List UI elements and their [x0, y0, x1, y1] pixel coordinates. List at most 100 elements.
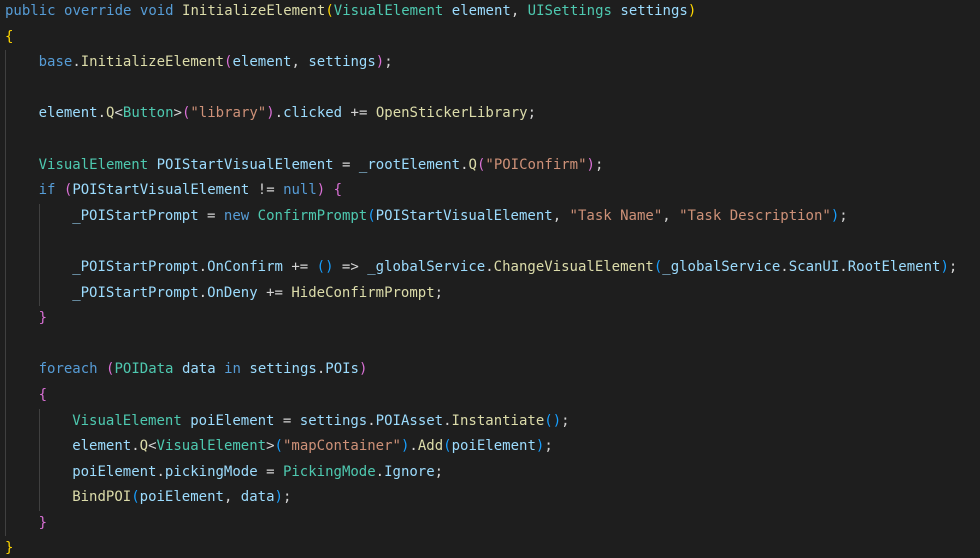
code-line[interactable]: }	[5, 510, 980, 537]
code-line[interactable]: foreach (POIData data in settings.POIs)	[5, 357, 980, 383]
code-token: element	[72, 438, 132, 455]
code-token: Ignore	[384, 463, 435, 480]
code-line-content: BindPOI(poiElement, data);	[5, 489, 291, 505]
code-token: UISettings	[527, 3, 612, 19]
code-token: in	[224, 361, 241, 378]
code-token: .	[131, 438, 140, 455]
code-line-content: {	[5, 29, 13, 45]
code-token: <	[114, 105, 123, 122]
code-line[interactable]: }	[5, 536, 980, 558]
code-token: =	[274, 412, 300, 429]
code-token: !=	[249, 182, 284, 199]
indent-guide	[38, 229, 40, 255]
code-line[interactable]: {	[5, 25, 980, 51]
code-line[interactable]: base.InitializeElement(element, settings…	[5, 50, 980, 76]
indent-guide	[5, 382, 6, 409]
code-line[interactable]	[5, 229, 980, 255]
code-token: POIs	[325, 361, 359, 378]
code-token: .	[485, 258, 494, 275]
code-token: OpenStickerLibrary	[375, 105, 528, 122]
code-token: ;	[384, 54, 393, 71]
code-token: (	[131, 489, 140, 506]
code-token: poiElement	[72, 463, 157, 480]
code-token: poiElement	[190, 412, 275, 429]
code-line-content: VisualElement POIStartVisualElement = _r…	[5, 156, 604, 173]
code-token: element	[451, 3, 511, 19]
code-line[interactable]: VisualElement POIStartVisualElement = _r…	[5, 152, 980, 179]
code-token: _POIStartPrompt	[72, 284, 199, 301]
code-line[interactable]	[5, 75, 980, 102]
code-line-content: _POIStartPrompt.OnDeny += HideConfirmPro…	[5, 285, 443, 301]
code-token: >	[173, 105, 182, 122]
code-token: _POIStartPrompt	[72, 258, 199, 275]
code-line[interactable]: poiElement.pickingMode = PickingMode.Ign…	[5, 459, 980, 486]
code-token: {	[38, 386, 48, 403]
code-token: settings	[249, 361, 317, 378]
code-line[interactable]: }	[5, 306, 980, 332]
indent-guide	[38, 254, 40, 281]
code-token: )	[274, 489, 283, 506]
code-line[interactable]: _POIStartPrompt.OnConfirm += () => _glob…	[5, 254, 980, 281]
code-token: _globalService	[662, 258, 781, 275]
code-token: .	[198, 258, 208, 275]
code-line-content: element.Q<VisualElement>("mapContainer")…	[5, 438, 553, 454]
code-token: settings	[299, 412, 368, 429]
code-line[interactable]: {	[5, 382, 980, 409]
code-token: ;	[948, 258, 958, 275]
code-editor[interactable]: public override void InitializeElement(V…	[0, 0, 980, 558]
code-line[interactable]: element.Q<Button>("library").clicked += …	[5, 101, 980, 127]
code-token: )	[375, 54, 385, 71]
code-token: >	[266, 438, 275, 455]
code-token: _rootElement	[358, 156, 461, 173]
code-token: ConfirmPrompt	[257, 207, 368, 224]
code-line[interactable]	[5, 126, 980, 153]
code-line[interactable]: if (POIStartVisualElement != null) {	[5, 178, 980, 204]
code-token: BindPOI	[72, 489, 132, 506]
code-line[interactable]: public override void InitializeElement(V…	[5, 0, 980, 25]
code-line-content: VisualElement poiElement = settings.POIA…	[5, 412, 570, 429]
code-token: ,	[510, 3, 528, 19]
code-token: )	[940, 258, 949, 275]
code-token: OnDeny	[207, 284, 258, 301]
code-token: ;	[434, 463, 444, 480]
code-token: VisualElement	[38, 156, 149, 173]
code-token: poiElement	[139, 489, 224, 506]
code-line-content	[5, 336, 39, 352]
code-line[interactable]: BindPOI(poiElement, data);	[5, 485, 980, 511]
code-token: settings	[620, 3, 688, 19]
code-token: POIAsset	[375, 412, 444, 429]
code-line-content	[5, 80, 39, 96]
code-line-content: {	[5, 387, 47, 403]
code-token: (	[443, 438, 452, 455]
code-line-content: _POIStartPrompt = new ConfirmPrompt(POIS…	[5, 208, 848, 224]
code-token: ()	[316, 258, 334, 275]
code-token: )	[266, 105, 275, 122]
indent-guide	[5, 434, 6, 460]
code-line[interactable]	[5, 331, 980, 358]
code-token: ;	[561, 412, 570, 429]
code-token: )	[358, 361, 368, 378]
code-token: ScanUI	[788, 258, 840, 275]
code-line[interactable]: VisualElement poiElement = settings.POIA…	[5, 408, 980, 435]
code-line[interactable]: _POIStartPrompt.OnDeny += HideConfirmPro…	[5, 280, 980, 307]
indent-guide	[5, 101, 6, 127]
code-token: .	[780, 258, 789, 275]
indent-guide	[5, 75, 6, 102]
indent-guide	[5, 306, 6, 332]
code-token: new	[223, 207, 250, 224]
code-token: ;	[544, 438, 553, 455]
code-token: Add	[417, 438, 444, 455]
code-line[interactable]: element.Q<VisualElement>("mapContainer")…	[5, 434, 980, 460]
code-line-content: poiElement.pickingMode = PickingMode.Ign…	[5, 464, 443, 480]
code-line[interactable]: _POIStartPrompt = new ConfirmPrompt(POIS…	[5, 203, 980, 230]
code-line-content: }	[5, 310, 47, 326]
code-token: POIData	[114, 361, 174, 378]
code-token: .	[156, 463, 165, 480]
code-token: poiElement	[451, 438, 536, 455]
code-line-content: }	[5, 515, 47, 531]
